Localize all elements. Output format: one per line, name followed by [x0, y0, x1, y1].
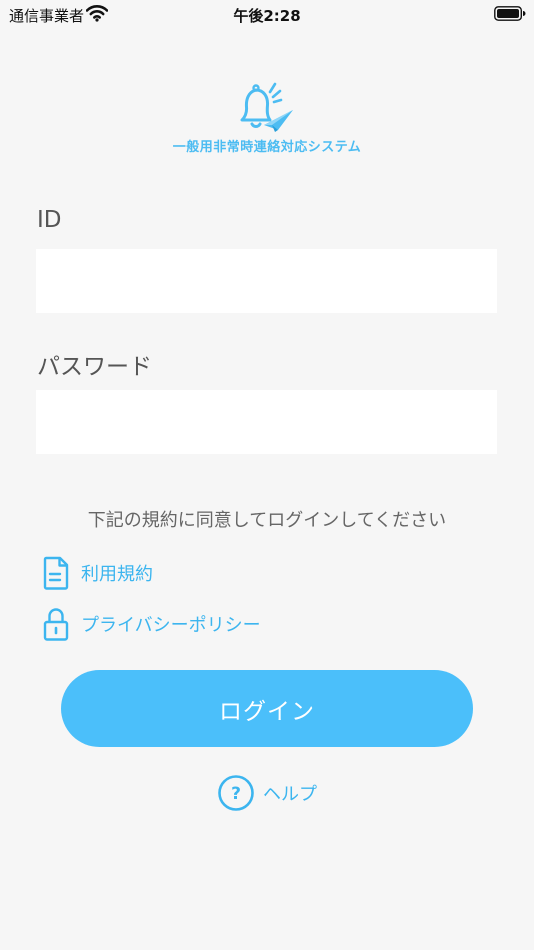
id-input[interactable] — [36, 249, 497, 313]
status-time: 午後2:28 — [233, 7, 301, 25]
document-icon — [42, 556, 70, 590]
app-logo: 一般用非常時連絡対応システム — [0, 80, 534, 155]
privacy-policy-link[interactable]: プライバシーポリシー — [42, 606, 261, 642]
battery-icon — [494, 6, 526, 25]
status-bar: 通信事業者 午後2:28 — [0, 0, 534, 28]
login-button[interactable]: ログイン — [61, 670, 473, 747]
bell-paper-plane-icon — [240, 82, 293, 132]
terms-agreement-note: 下記の規約に同意してログインしてください — [87, 510, 447, 531]
password-label: パスワード — [37, 354, 152, 380]
help-label: ヘルプ — [263, 784, 317, 805]
help-link[interactable]: ? ヘルプ — [0, 774, 534, 812]
lock-icon — [42, 607, 70, 641]
id-label: ID — [37, 207, 62, 233]
question-circle-icon: ? — [218, 775, 254, 811]
password-input[interactable] — [36, 390, 497, 454]
terms-of-use-link[interactable]: 利用規約 — [42, 555, 153, 591]
terms-of-use-label: 利用規約 — [81, 564, 153, 585]
svg-text:?: ? — [231, 784, 241, 804]
privacy-policy-label: プライバシーポリシー — [81, 615, 261, 636]
app-title: 一般用非常時連絡対応システム — [172, 140, 362, 155]
